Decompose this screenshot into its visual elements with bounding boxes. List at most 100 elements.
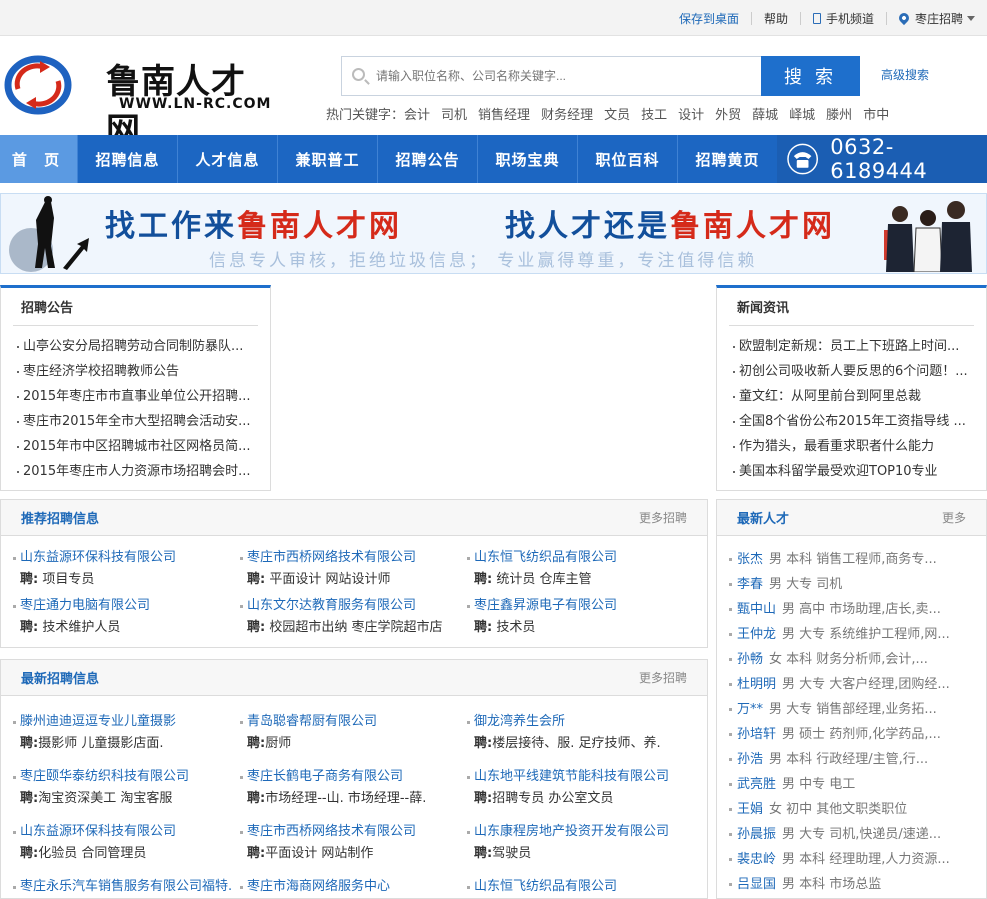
hot-keyword[interactable]: 外贸 <box>715 108 741 123</box>
talent-item[interactable]: 杜明明男 大专 大客户经理,团购经... <box>717 672 986 697</box>
nav-yellow-pages[interactable]: 招聘黄页 <box>678 135 778 183</box>
hot-keyword[interactable]: 司机 <box>441 108 467 123</box>
talent-name[interactable]: 吕显国 <box>737 877 776 892</box>
hot-keyword[interactable]: 技工 <box>641 108 667 123</box>
talent-name[interactable]: 王仲龙 <box>737 627 776 642</box>
talent-item[interactable]: 孙浩男 本科 行政经理/主管,行... <box>717 747 986 772</box>
positions-text[interactable]: 平面设计 网站制作 <box>265 846 373 861</box>
nav-career-guide[interactable]: 职场宝典 <box>478 135 578 183</box>
nav-parttime[interactable]: 兼职普工 <box>278 135 378 183</box>
hot-keyword[interactable]: 薛城 <box>752 108 778 123</box>
talent-item[interactable]: 李春男 大专 司机 <box>717 572 986 597</box>
talent-name[interactable]: 王娟 <box>737 802 763 817</box>
more-jobs-link[interactable]: 更多招聘 <box>639 669 687 686</box>
talent-name[interactable]: 张杰 <box>737 552 763 567</box>
announcement-item[interactable]: 枣庄市2015年全市大型招聘会活动安... <box>17 409 260 434</box>
mobile-channel-link[interactable]: 手机频道 <box>826 10 874 27</box>
talent-item[interactable]: 张杰男 本科 销售工程师,商务专... <box>717 547 986 572</box>
company-link[interactable]: 山东恒飞纺织品有限公司 <box>467 547 694 569</box>
positions-text[interactable]: 统计员 仓库主管 <box>492 572 591 587</box>
company-link[interactable]: 枣庄通力电脑有限公司 <box>13 595 240 617</box>
hot-keyword[interactable]: 销售经理 <box>478 108 530 123</box>
company-link[interactable]: 山东康程房地产投资开发有限公司 <box>467 821 694 843</box>
news-item[interactable]: 美国本科留学最受欢迎TOP10专业 <box>733 459 976 484</box>
banner[interactable]: 找工作来鲁南人才网 找人才还是鲁南人才网 信息专人审核，拒绝垃圾信息； 专业赢得… <box>0 193 987 274</box>
nav-position-wiki[interactable]: 职位百科 <box>578 135 678 183</box>
caret-down-icon[interactable] <box>967 15 975 21</box>
positions-text[interactable]: 摄影师 儿童摄影店面. <box>38 736 163 751</box>
company-link[interactable]: 枣庄长鹤电子商务有限公司 <box>240 766 467 788</box>
company-link[interactable]: 枣庄鑫昇源电子有限公司 <box>467 595 694 617</box>
advanced-search-link[interactable]: 高级搜索 <box>881 66 929 83</box>
hot-keyword[interactable]: 文员 <box>604 108 630 123</box>
talent-name[interactable]: 孙晨振 <box>737 827 776 842</box>
positions-text[interactable]: 校园超市出纳 枣庄学院超市店 <box>265 620 442 635</box>
talent-item[interactable]: 甄中山男 高中 市场助理,店长,卖... <box>717 597 986 622</box>
search-button[interactable]: 搜 索 <box>761 56 860 96</box>
company-link[interactable]: 枣庄市西桥网络技术有限公司 <box>240 547 467 569</box>
talent-name[interactable]: 甄中山 <box>737 602 776 617</box>
news-item[interactable]: 童文红：从阿里前台到阿里总裁 <box>733 384 976 409</box>
positions-text[interactable]: 招聘专员 办公室文员 <box>492 791 613 806</box>
announcement-item[interactable]: 2015年枣庄市市直事业单位公开招聘... <box>17 384 260 409</box>
hot-keyword[interactable]: 设计 <box>678 108 704 123</box>
positions-text[interactable]: 市场经理--山. 市场经理--薛. <box>265 791 426 806</box>
company-link[interactable]: 青岛聪睿帮厨有限公司 <box>240 711 467 733</box>
announcement-item[interactable]: 枣庄经济学校招聘教师公告 <box>17 359 260 384</box>
positions-text[interactable]: 厨师 <box>265 736 291 751</box>
hot-keyword[interactable]: 会计 <box>404 108 430 123</box>
nav-announcements[interactable]: 招聘公告 <box>378 135 478 183</box>
hot-keyword[interactable]: 滕州 <box>826 108 852 123</box>
company-link[interactable]: 御龙湾养生会所 <box>467 711 694 733</box>
talent-name[interactable]: 裴忠岭 <box>737 852 776 867</box>
talent-name[interactable]: 万** <box>737 702 763 717</box>
hot-keyword[interactable]: 市中 <box>863 108 889 123</box>
news-item[interactable]: 初创公司吸收新人要反思的6个问题！... <box>733 359 976 384</box>
talent-name[interactable]: 杜明明 <box>737 677 776 692</box>
positions-text[interactable]: 楼层接待、服. 足疗技师、养. <box>492 736 660 751</box>
search-input[interactable] <box>376 57 756 95</box>
talent-item[interactable]: 王仲龙男 大专 系统维护工程师,网... <box>717 622 986 647</box>
positions-text[interactable]: 技术员 <box>492 620 535 635</box>
announcement-item[interactable]: 2015年市中区招聘城市社区网格员简... <box>17 434 260 459</box>
announcement-item[interactable]: 山亭公安分局招聘劳动合同制防暴队... <box>17 334 260 359</box>
company-link[interactable]: 山东地平线建筑节能科技有限公司 <box>467 766 694 788</box>
positions-text[interactable]: 化验员 合同管理员 <box>38 846 146 861</box>
help-link[interactable]: 帮助 <box>764 10 788 27</box>
positions-text[interactable]: 淘宝资深美工 淘宝客服 <box>38 791 172 806</box>
positions-text[interactable]: 平面设计 网站设计师 <box>265 572 390 587</box>
announcement-item[interactable]: 2015年枣庄市人力资源市场招聘会时... <box>17 459 260 484</box>
news-item[interactable]: 欧盟制定新规：员工上下班路上时间... <box>733 334 976 359</box>
company-link[interactable]: 山东恒飞纺织品有限公司 <box>467 876 694 898</box>
talent-name[interactable]: 李春 <box>737 577 763 592</box>
company-link[interactable]: 枣庄永乐汽车销售服务有限公司福特. <box>13 876 240 898</box>
company-link[interactable]: 山东益源环保科技有限公司 <box>13 821 240 843</box>
talent-item[interactable]: 裴忠岭男 本科 经理助理,人力资源... <box>717 847 986 872</box>
more-talent-link[interactable]: 更多 <box>942 509 966 526</box>
nav-home[interactable]: 首 页 <box>0 135 78 183</box>
nav-talent[interactable]: 人才信息 <box>178 135 278 183</box>
company-link[interactable]: 枣庄市西桥网络技术有限公司 <box>240 821 467 843</box>
more-jobs-link[interactable]: 更多招聘 <box>639 509 687 526</box>
talent-item[interactable]: 孙培轩男 硕士 药剂师,化学药品,... <box>717 722 986 747</box>
talent-name[interactable]: 武亮胜 <box>737 777 776 792</box>
talent-item[interactable]: 孙畅女 本科 财务分析师,会计,... <box>717 647 986 672</box>
talent-name[interactable]: 孙浩 <box>737 752 763 767</box>
company-link[interactable]: 滕州迪迪逗逗专业儿童摄影 <box>13 711 240 733</box>
talent-item[interactable]: 万** 男 大专 销售部经理,业务拓... <box>717 697 986 722</box>
talent-item[interactable]: 王娟女 初中 其他文职类职位 <box>717 797 986 822</box>
company-link[interactable]: 山东益源环保科技有限公司 <box>13 547 240 569</box>
nav-jobs[interactable]: 招聘信息 <box>78 135 178 183</box>
talent-name[interactable]: 孙畅 <box>737 652 763 667</box>
news-item[interactable]: 作为猎头，最看重求职者什么能力 <box>733 434 976 459</box>
save-to-desktop-link[interactable]: 保存到桌面 <box>679 10 739 27</box>
talent-item[interactable]: 孙晨振男 大专 司机,快递员/速递... <box>717 822 986 847</box>
hot-keyword[interactable]: 财务经理 <box>541 108 593 123</box>
hot-keyword[interactable]: 峄城 <box>789 108 815 123</box>
positions-text[interactable]: 驾驶员 <box>492 846 531 861</box>
city-selector[interactable]: 枣庄招聘 <box>915 10 963 27</box>
news-item[interactable]: 全国8个省份公布2015年工资指导线 ... <box>733 409 976 434</box>
site-logo[interactable]: 鲁南人才网 WWW.LN-RC.COM <box>4 52 274 151</box>
company-link[interactable]: 枣庄颐华泰纺织科技有限公司 <box>13 766 240 788</box>
talent-name[interactable]: 孙培轩 <box>737 727 776 742</box>
